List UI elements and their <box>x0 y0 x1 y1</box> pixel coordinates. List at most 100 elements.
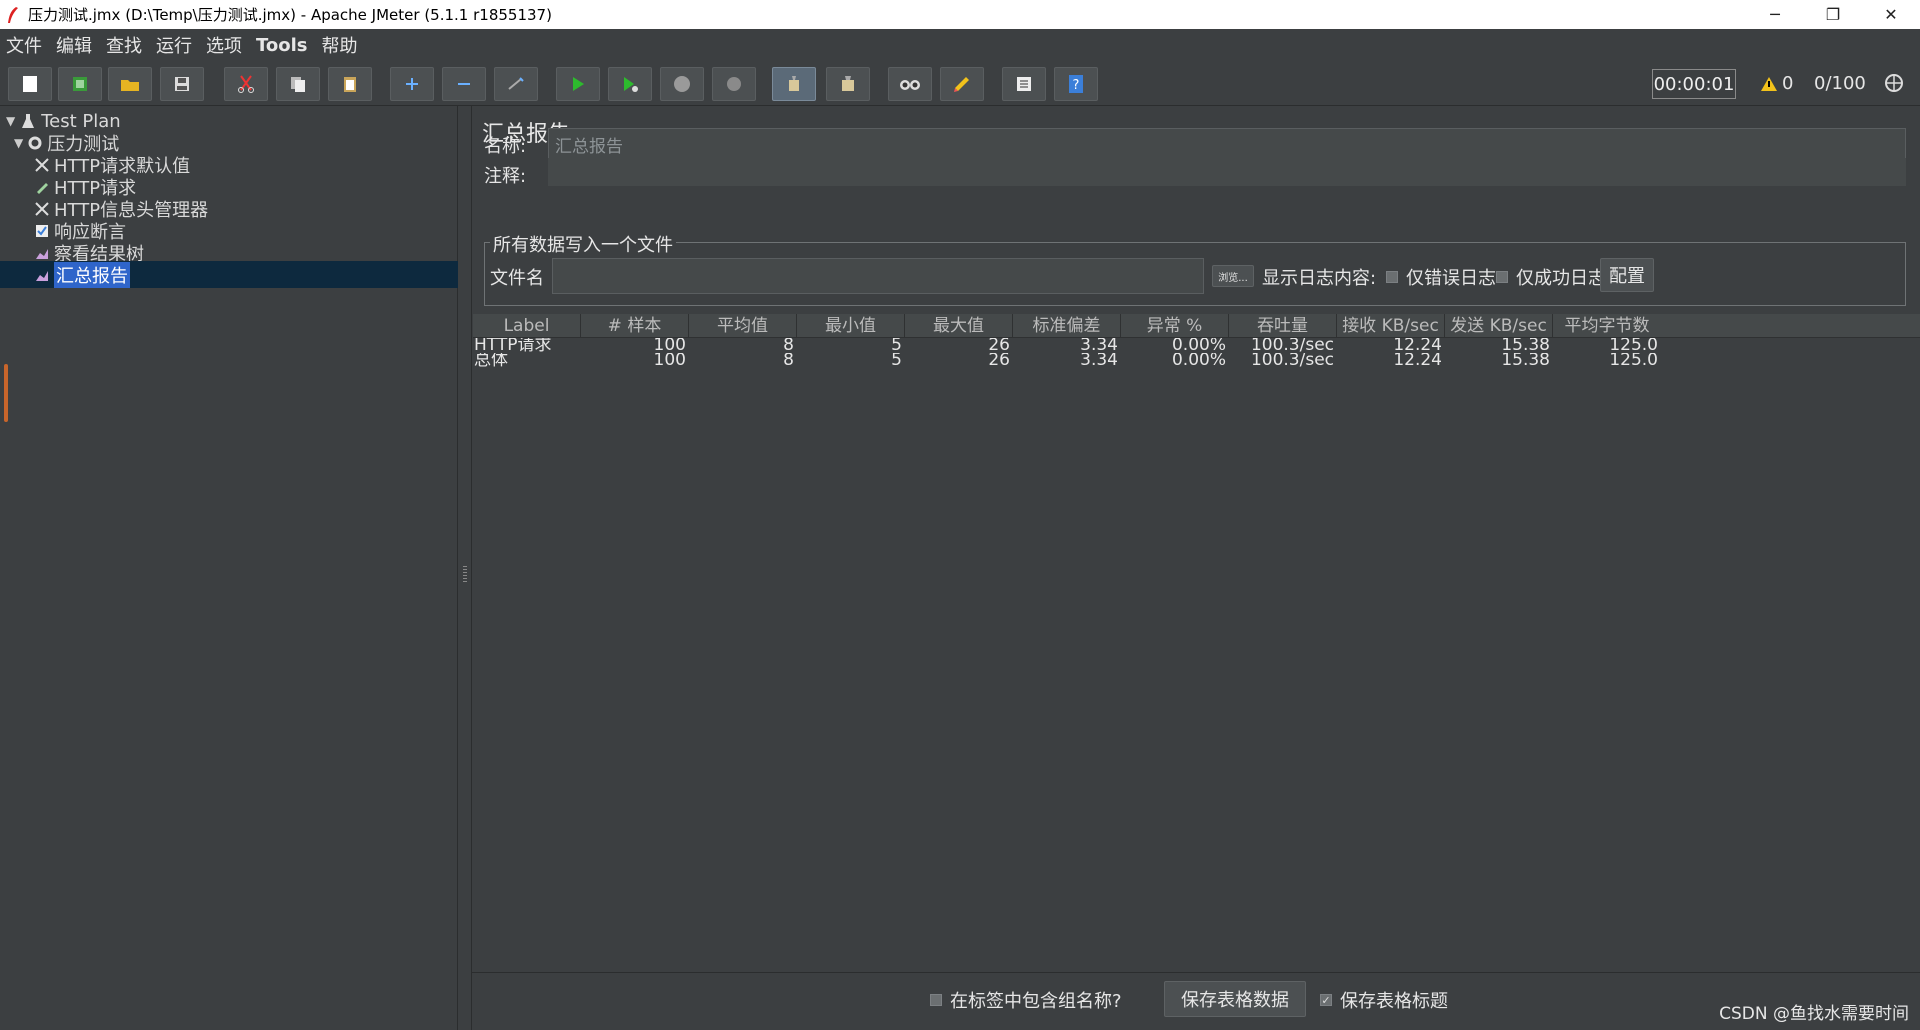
open-button[interactable] <box>108 67 152 101</box>
thread-group-gear-icon <box>28 136 42 150</box>
collapse-all-button[interactable] <box>442 67 486 101</box>
start-button[interactable] <box>556 67 600 101</box>
filename-label: 文件名 <box>490 268 544 289</box>
column-header[interactable]: 吞吐量 <box>1229 314 1337 337</box>
help-icon: ? <box>1069 75 1083 93</box>
save-button[interactable] <box>160 67 204 101</box>
checkbox-box[interactable] <box>930 994 942 1006</box>
copy-button[interactable] <box>276 67 320 101</box>
column-header[interactable]: 发送 KB/sec <box>1445 314 1553 337</box>
copy-icon <box>291 77 305 92</box>
table-cell: 125.0 <box>1553 353 1661 368</box>
sampler-pen-icon <box>37 183 48 194</box>
expand-arrow-icon[interactable]: ▼ <box>6 114 15 128</box>
jmeter-feather-icon <box>8 6 18 23</box>
column-header[interactable]: 平均字节数 <box>1553 314 1661 337</box>
comment-field[interactable] <box>548 158 1906 186</box>
checkbox-checked-box[interactable]: ✓ <box>1320 994 1332 1007</box>
listener-chart-icon <box>36 271 48 281</box>
tree-scrollbar[interactable] <box>4 364 8 422</box>
table-cell: 3.34 <box>1013 353 1121 368</box>
include-group-name-checkbox[interactable]: 在标签中包含组名称? <box>930 987 1122 1013</box>
search-button[interactable] <box>888 67 932 101</box>
tree-node-summary-report[interactable]: 汇总报告 <box>34 262 130 288</box>
test-plan-flask-icon <box>22 114 35 128</box>
menu-edit[interactable]: 编辑 <box>56 32 92 58</box>
minimize-button[interactable]: ─ <box>1746 0 1804 29</box>
watermark-text: CSDN @鱼找水需要时间 <box>1719 1004 1909 1024</box>
bottom-bar: 在标签中包含组名称? 保存表格数据 ✓ 保存表格标题 CSDN @鱼找水需要时间 <box>472 972 1920 1030</box>
help-button[interactable]: ? <box>1054 67 1098 101</box>
plus-icon <box>406 78 418 90</box>
menu-file[interactable]: 文件 <box>6 32 42 58</box>
stop-icon <box>674 76 690 92</box>
column-header[interactable]: 异常 % <box>1121 314 1229 337</box>
shutdown-icon <box>727 77 741 91</box>
templates-button[interactable] <box>58 67 102 101</box>
table-cell: 15.38 <box>1445 353 1553 368</box>
new-button[interactable] <box>8 67 52 101</box>
menu-help[interactable]: 帮助 <box>322 32 358 58</box>
errors-only-checkbox[interactable]: 仅错误日志 <box>1386 264 1496 290</box>
checkbox-box[interactable] <box>1386 271 1398 283</box>
table-cell: 15.38 <box>1445 338 1553 353</box>
success-only-checkbox[interactable]: 仅成功日志 <box>1496 264 1606 290</box>
toggle-button[interactable] <box>494 67 538 101</box>
clear-button[interactable] <box>772 67 816 101</box>
summary-report-panel: 汇总报告 名称: 汇总报告 注释: 所有数据写入一个文件 文件名 浏览... 显… <box>471 106 1920 1030</box>
configure-button[interactable]: 配置 <box>1600 258 1654 292</box>
divider-grip <box>463 566 467 584</box>
menu-tools[interactable]: Tools <box>256 35 308 56</box>
table-cell: 100.3/sec <box>1229 338 1337 353</box>
clear-all-button[interactable] <box>826 67 870 101</box>
table-row[interactable]: 总体 100 8 5 26 3.34 0.00% 100.3/sec 12.24… <box>473 353 1920 368</box>
table-cell: 100.3/sec <box>1229 353 1337 368</box>
table-cell: 100 <box>581 353 689 368</box>
table-cell: HTTP请求 <box>473 338 581 353</box>
menu-run[interactable]: 运行 <box>156 32 192 58</box>
remote-globe-icon[interactable] <box>1884 73 1904 93</box>
save-table-data-button[interactable]: 保存表格数据 <box>1164 981 1306 1017</box>
filename-field[interactable] <box>552 258 1204 294</box>
table-row[interactable]: HTTP请求 100 8 5 26 3.34 0.00% 100.3/sec 1… <box>473 338 1920 353</box>
save-table-header-checkbox[interactable]: ✓ 保存表格标题 <box>1320 987 1448 1013</box>
toolbar: ? 00:00:01 0 0/100 <box>0 61 1920 106</box>
reset-search-button[interactable] <box>940 67 984 101</box>
close-button[interactable]: ✕ <box>1862 0 1920 29</box>
table-cell: 12.24 <box>1337 338 1445 353</box>
paste-button[interactable] <box>328 67 372 101</box>
cut-button[interactable] <box>224 67 268 101</box>
comment-label: 注释: <box>484 166 527 187</box>
checkbox-box[interactable] <box>1496 271 1508 283</box>
toggle-wand-icon <box>508 77 524 90</box>
config-tools-icon <box>35 158 49 172</box>
restore-button[interactable]: ❐ <box>1804 0 1862 29</box>
column-header[interactable]: 接收 KB/sec <box>1337 314 1445 337</box>
column-header[interactable]: Label <box>473 314 581 337</box>
function-helper-button[interactable] <box>1002 67 1046 101</box>
column-header[interactable]: 平均值 <box>689 314 797 337</box>
start-no-pauses-button[interactable] <box>608 67 652 101</box>
column-header[interactable]: 最大值 <box>905 314 1013 337</box>
table-cell: 8 <box>689 353 797 368</box>
error-count[interactable]: 0 <box>1760 73 1793 94</box>
shutdown-button[interactable] <box>712 67 756 101</box>
table-cell: 100 <box>581 338 689 353</box>
warning-count-text: 0 <box>1782 73 1794 94</box>
binoculars-icon <box>900 80 920 90</box>
browse-button[interactable]: 浏览... <box>1212 265 1254 287</box>
expand-all-button[interactable] <box>390 67 434 101</box>
results-table[interactable]: Label # 样本 平均值 最小值 最大值 标准偏差 异常 % 吞吐量 接收 … <box>473 314 1920 368</box>
column-header[interactable]: 标准偏差 <box>1013 314 1121 337</box>
menu-search[interactable]: 查找 <box>106 32 142 58</box>
name-field[interactable]: 汇总报告 <box>548 128 1906 160</box>
column-header[interactable]: 最小值 <box>797 314 905 337</box>
save-disk-icon <box>175 77 189 91</box>
log-content-label: 显示日志内容: <box>1262 268 1377 289</box>
split-pane-divider[interactable] <box>459 106 471 1030</box>
menu-options[interactable]: 选项 <box>206 32 242 58</box>
expand-arrow-icon[interactable]: ▼ <box>14 136 23 150</box>
stop-button[interactable] <box>660 67 704 101</box>
column-header[interactable]: # 样本 <box>581 314 689 337</box>
clear-all-broom-icon <box>842 76 854 91</box>
